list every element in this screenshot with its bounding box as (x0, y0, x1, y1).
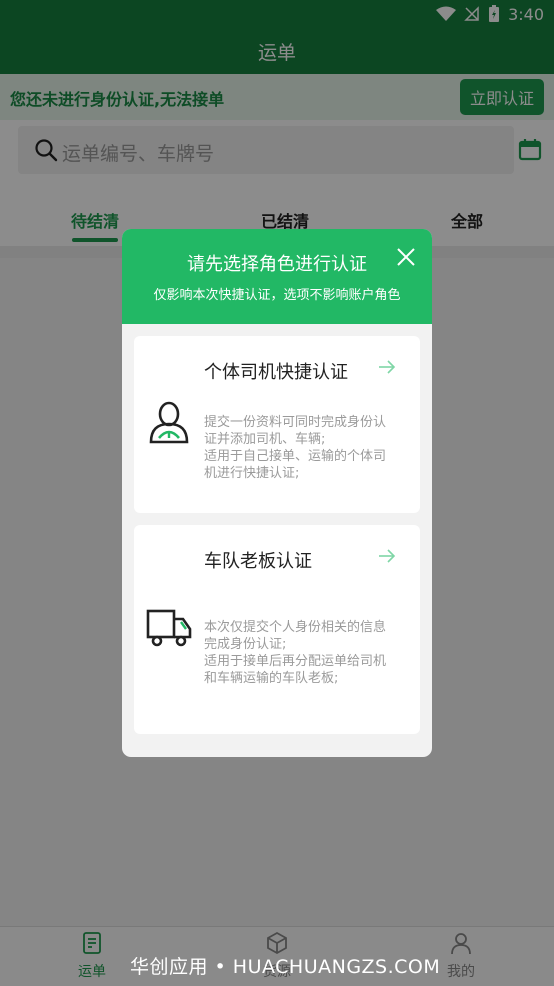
dialog-header: 请先选择角色进行认证 仅影响本次快捷认证，选项不影响账户角色 (122, 229, 432, 324)
card-description: 提交一份资料可同时完成身份认 证并添加司机、车辆; 适用于自己接单、运输的个体司… (204, 415, 387, 481)
arrow-right-icon (379, 360, 396, 374)
watermark: 华创应用 • HUACHUANGZS.COM (130, 956, 441, 978)
role-select-dialog: 请先选择角色进行认证 仅影响本次快捷认证，选项不影响账户角色 个体司机快捷认证 … (122, 229, 432, 757)
fleet-owner-auth-card[interactable]: 车队老板认证 本次仅提交个人身份相关的信息 完成身份认证; 适用于接单后再分配运… (134, 525, 420, 734)
card-description: 本次仅提交个人身份相关的信息 完成身份认证; 适用于接单后再分配运单给司机 和车… (204, 620, 387, 686)
card-title: 车队老板认证 (204, 551, 312, 572)
close-icon[interactable] (394, 245, 418, 269)
dialog-title: 请先选择角色进行认证 (187, 254, 367, 275)
driver-quick-auth-card[interactable]: 个体司机快捷认证 提交一份资料可同时完成身份认 证并添加司机、车辆; 适用于自己… (134, 336, 420, 513)
card-title: 个体司机快捷认证 (204, 362, 348, 383)
driver-icon (149, 401, 189, 444)
arrow-right-icon (379, 549, 396, 563)
truck-icon (146, 609, 192, 647)
dialog-subtitle: 仅影响本次快捷认证，选项不影响账户角色 (153, 288, 401, 303)
